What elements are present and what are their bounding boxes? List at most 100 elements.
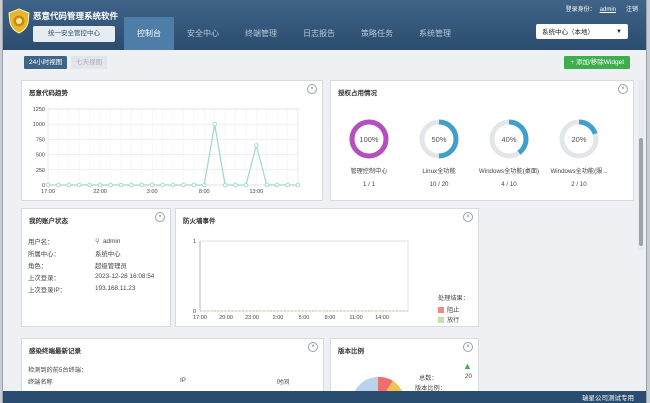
close-icon[interactable]: ×: [308, 342, 318, 352]
version-ratio-title: 版本比例: [338, 348, 364, 355]
donut-label: 管理控制中心: [350, 168, 388, 175]
view-7d-button[interactable]: 七天视图: [71, 56, 107, 69]
data-point: [274, 182, 280, 188]
close-icon[interactable]: ×: [463, 212, 473, 222]
account-status-title: 我的账户状态: [29, 218, 68, 225]
data-point: [45, 182, 51, 188]
data-point: [77, 182, 82, 188]
donut-label: Windows全功能(桌面): [478, 168, 540, 175]
data-point: [222, 182, 228, 188]
account-row-label: 角色：: [28, 263, 48, 270]
login-label: 登录身份：: [565, 7, 596, 13]
data-point: [191, 182, 197, 188]
version-ratio-widget: 版本比例 × ▲ 总数： 20 版本比例：: [330, 338, 479, 403]
donut-label: Linux全功能: [422, 168, 456, 175]
close-icon[interactable]: ×: [155, 212, 165, 222]
data-point: [295, 182, 301, 188]
donut-percent: 100%: [359, 135, 379, 144]
license-usage-title: 授权占用情况: [338, 90, 377, 97]
x-tick-label: 5:00: [299, 315, 310, 321]
shield-logo-icon: [8, 8, 30, 34]
y-tick-label: 1: [193, 239, 196, 245]
center-select-value: 系统中心（本地）: [542, 29, 594, 36]
tab-system-management[interactable]: 系统管理: [406, 17, 464, 50]
malware-trend-chart: 02505007501000125017:00 22:00 3:00 8:00 13:0…: [33, 107, 301, 195]
y-tick-label: 1250: [33, 107, 45, 113]
data-point: [243, 182, 249, 188]
x-tick-label: 20:00: [219, 315, 233, 321]
account-last-ip-value: 193.168.11.23: [95, 285, 136, 292]
donut-count: 10 / 20: [429, 181, 449, 188]
logout-link[interactable]: 注销: [626, 7, 638, 13]
tab-console[interactable]: 控制台: [124, 17, 174, 50]
legend-label-allow: 放行: [447, 317, 460, 324]
recent-infections-widget: 感染终端最新记录 × 检测到的前5台终端： 终端名称 IP 时间: [21, 338, 324, 398]
firewall-legend-block: 阻止: [438, 305, 459, 314]
donut-percent: 20%: [571, 135, 586, 144]
page-scrollbar-thumb[interactable]: [639, 138, 643, 246]
firewall-events-title: 防火墙事件: [183, 218, 216, 225]
y-tick-label: 250: [36, 168, 45, 174]
user-icon: ⚲: [95, 238, 100, 245]
donut-count: 4 / 10: [501, 181, 517, 188]
data-point: [254, 143, 259, 148]
tab-policy-task[interactable]: 策略任务: [348, 17, 406, 50]
account-row-label: 用户名：: [28, 239, 54, 246]
x-tick-label: 11:00: [349, 315, 362, 321]
footer-text: 瑞星公司测试专用: [582, 395, 634, 402]
data-point: [264, 182, 269, 188]
donut-chart: 50%: [419, 119, 459, 159]
column-header-time: 时间: [277, 379, 290, 386]
view-24h-button[interactable]: 24小时视图: [24, 56, 68, 69]
close-icon[interactable]: ×: [618, 84, 628, 94]
y-tick-label: 750: [36, 137, 45, 143]
column-header-ip: IP: [180, 377, 186, 384]
data-point: [285, 182, 290, 188]
license-donut-item: 100% 管理控制中心 1 / 1: [336, 117, 402, 188]
x-tick-label: 22:00: [93, 189, 107, 195]
firewall-legend-allow: 放行: [438, 315, 459, 324]
data-point: [212, 121, 217, 127]
tab-security-center[interactable]: 安全中心: [174, 17, 232, 50]
app-title: 恶意代码管理系统软件: [33, 11, 119, 21]
page-scrollbar[interactable]: [638, 80, 644, 250]
account-username-text: admin: [103, 238, 121, 245]
account-status-widget: 我的账户状态 × 用户名： ⚲ admin 所属中心： 系统中心 角色： 超级管理…: [21, 208, 171, 327]
close-icon[interactable]: ×: [463, 342, 473, 352]
donut-chart: 20%: [559, 119, 599, 159]
donut-count: 2 / 10: [571, 181, 587, 188]
chevron-down-icon: ▼: [616, 29, 622, 35]
arrow-up-icon: ▲: [463, 361, 472, 371]
account-row-label: 上次登录：: [28, 275, 60, 282]
version-total-value: 20: [465, 373, 472, 380]
license-donut-item: 50% Linux全功能 10 / 20: [406, 117, 472, 188]
tab-terminal-management[interactable]: 终端管理: [232, 17, 290, 50]
close-icon[interactable]: ×: [307, 84, 317, 94]
username-link[interactable]: admin: [600, 7, 616, 13]
center-subtitle: 统一安全管控中心: [33, 26, 115, 42]
account-username-value: ⚲ admin: [95, 237, 120, 245]
tab-log-report[interactable]: 日志报告: [290, 17, 348, 50]
account-last-login-value: 2023-12-28 16:08:54: [95, 273, 155, 280]
data-point: [129, 182, 134, 188]
recent-infections-subtitle: 检测到的前5台终端：: [28, 367, 88, 374]
license-donut-item: 40% Windows全功能(桌面) 4 / 10: [476, 117, 542, 188]
column-header-terminal: 终端名称: [28, 379, 53, 386]
x-tick-label: 17:00: [41, 189, 55, 195]
account-row-label: 上次登录IP：: [28, 287, 66, 294]
license-donut-item: 20% Windows全功能(服... 2 / 10: [546, 117, 612, 188]
donut-chart: 100%: [349, 119, 389, 159]
data-point: [149, 182, 155, 188]
data-point: [170, 182, 176, 188]
malware-trend-title: 恶意代码趋势: [29, 90, 68, 97]
add-remove-widget-button[interactable]: + 添加/移除Widget: [564, 56, 630, 69]
user-area: 登录身份： admin 注销: [566, 4, 638, 13]
data-point: [87, 182, 92, 188]
donut-percent: 40%: [501, 135, 516, 144]
firewall-legend-title: 处理结果：: [438, 295, 469, 302]
donut-count: 1 / 1: [362, 181, 376, 188]
account-row-label: 所属中心：: [28, 251, 60, 258]
data-point: [139, 182, 144, 188]
data-point: [181, 182, 186, 188]
center-select[interactable]: 系统中心（本地） ▼: [536, 24, 628, 39]
